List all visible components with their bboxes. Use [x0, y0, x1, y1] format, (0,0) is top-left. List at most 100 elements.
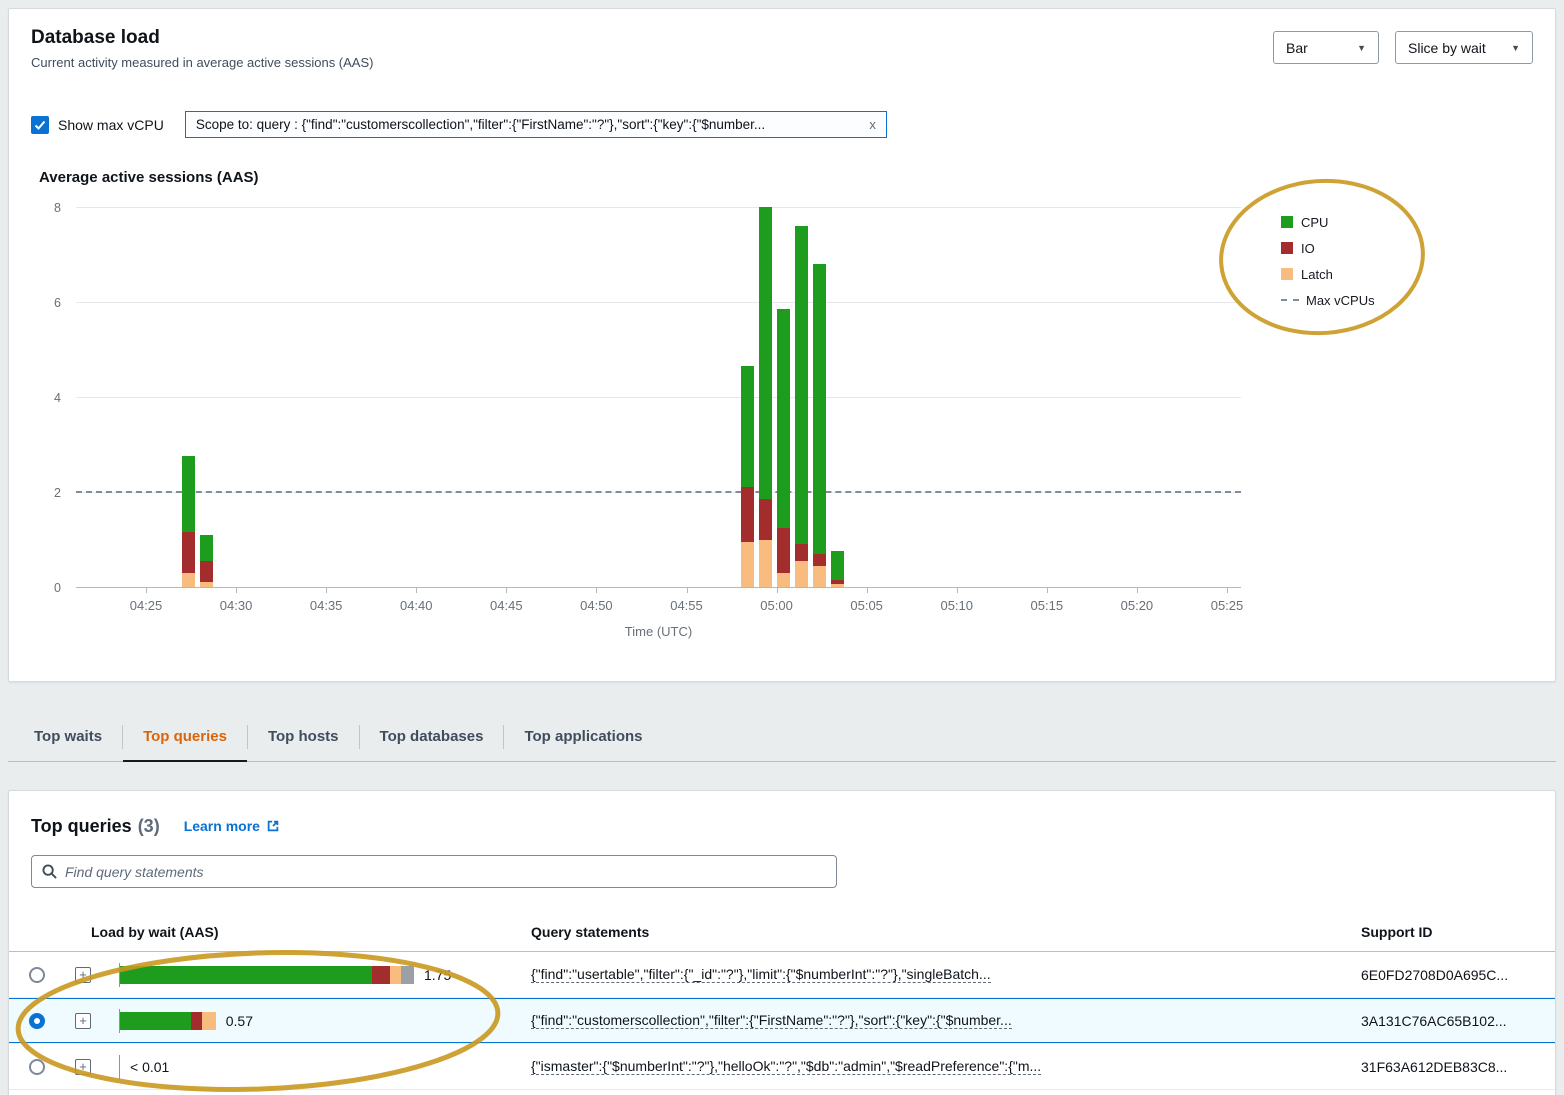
- tabs-bar: Top waitsTop queriesTop hostsTop databas…: [8, 712, 1556, 762]
- tab-top-databases[interactable]: Top databases: [360, 712, 504, 761]
- x-tick-mark: [1047, 588, 1048, 593]
- slice-by-select[interactable]: Slice by wait ▼: [1395, 31, 1533, 64]
- x-tick-label: 04:35: [310, 598, 343, 613]
- table-row[interactable]: +1.75 {"find":"usertable","filter":{"_id"…: [9, 952, 1555, 998]
- query-statement-link[interactable]: {"find":"usertable","filter":{"_id":"?"}…: [531, 966, 991, 983]
- max-vcpus-line: [76, 491, 1241, 493]
- legend-swatch-latch: [1281, 268, 1293, 280]
- query-statement-link[interactable]: {"ismaster":{"$numberInt":"?"},"helloOk"…: [531, 1058, 1041, 1075]
- row-select-cell: [9, 1059, 65, 1075]
- learn-more-link[interactable]: Learn more: [184, 818, 280, 834]
- chart-type-select[interactable]: Bar ▼: [1273, 31, 1379, 64]
- x-tick-mark: [1227, 588, 1228, 593]
- table-row[interactable]: + < 0.01 {"ismaster":{"$numberInt":"?"},"h…: [9, 1044, 1555, 1090]
- tab-top-hosts[interactable]: Top hosts: [248, 712, 359, 761]
- query-statement-cell: {"find":"customerscollection","filter":{…: [521, 1012, 1351, 1030]
- legend-label: IO: [1301, 241, 1315, 256]
- search-input[interactable]: [65, 864, 826, 880]
- chart-bar-05-00[interactable]: [777, 309, 790, 587]
- chart-bar-04-28[interactable]: [200, 535, 213, 587]
- chart-bar-04-27[interactable]: [182, 456, 195, 587]
- x-tick-label: 05:20: [1121, 598, 1154, 613]
- expand-row-button[interactable]: +: [75, 1013, 91, 1029]
- bar-segment-cpu: [813, 264, 826, 554]
- y-tick-label: 8: [54, 201, 61, 215]
- chart-plot: [76, 208, 1241, 588]
- tab-top-waits[interactable]: Top waits: [14, 712, 122, 761]
- expand-row-button[interactable]: +: [75, 967, 91, 983]
- bar-segment-io: [182, 532, 195, 572]
- row-radio-button[interactable]: [29, 1013, 45, 1029]
- row-radio-button[interactable]: [29, 967, 45, 983]
- row-radio-button[interactable]: [29, 1059, 45, 1075]
- support-id: 31F63A612DEB83C8...: [1361, 1059, 1507, 1075]
- gridline-y6: [76, 302, 1241, 303]
- row-select-cell: [9, 1013, 65, 1029]
- load-segment-latch: [202, 1012, 215, 1030]
- x-tick-mark: [596, 588, 597, 593]
- legend-item-io: IO: [1281, 235, 1375, 261]
- load-segment-cpu: [120, 966, 372, 984]
- bar-segment-latch: [741, 542, 754, 587]
- x-tick-label: 04:50: [580, 598, 613, 613]
- top-queries-count: (3): [138, 816, 160, 837]
- x-tick-mark: [867, 588, 868, 593]
- chart-bar-04-58[interactable]: [741, 366, 754, 587]
- y-tick-label: 4: [54, 391, 61, 405]
- chart-bar-04-59[interactable]: [759, 207, 772, 587]
- top-queries-title: Top queries: [31, 816, 132, 837]
- x-tick-label: 05:25: [1211, 598, 1244, 613]
- legend-item-cpu: CPU: [1281, 209, 1375, 235]
- y-tick-label: 6: [54, 296, 61, 310]
- bar-segment-io: [777, 528, 790, 573]
- legend-item-latch: Latch: [1281, 261, 1375, 287]
- x-tick-mark: [777, 588, 778, 593]
- load-value: 1.75: [424, 967, 451, 983]
- bar-segment-cpu: [182, 456, 195, 532]
- performance-insights-page: Database load Current activity measured …: [0, 0, 1564, 1095]
- page-title: Database load: [31, 27, 160, 49]
- support-id-cell: 3A131C76AC65B102...: [1351, 1013, 1555, 1029]
- load-segment-other: [401, 966, 414, 984]
- chart-title: Average active sessions (AAS): [39, 169, 259, 186]
- load-bar-baseline: [119, 1055, 120, 1079]
- slice-by-value: Slice by wait: [1408, 40, 1486, 56]
- y-tick-label: 0: [54, 581, 61, 595]
- table-body: +1.75 {"find":"usertable","filter":{"_id"…: [9, 952, 1555, 1090]
- load-column-header: Load by wait (AAS): [65, 924, 521, 940]
- row-expand-cell: +: [65, 967, 101, 983]
- chart-bar-05-01[interactable]: [795, 226, 808, 587]
- legend-item-max-vcpus: Max vCPUs: [1281, 287, 1375, 313]
- top-queries-table: Load by wait (AAS) Query statements Supp…: [9, 912, 1555, 1090]
- query-statement-cell: {"ismaster":{"$numberInt":"?"},"helloOk"…: [521, 1058, 1351, 1076]
- tab-top-queries[interactable]: Top queries: [123, 712, 247, 761]
- bar-segment-latch: [813, 566, 826, 587]
- legend-swatch-max-vcpus: [1281, 299, 1299, 301]
- expand-row-button[interactable]: +: [75, 1059, 91, 1075]
- chart-bar-05-03[interactable]: [831, 551, 844, 587]
- show-max-vcpu-checkbox[interactable]: [31, 116, 49, 134]
- query-statement-link[interactable]: {"find":"customerscollection","filter":{…: [531, 1012, 1012, 1029]
- x-tick-mark: [506, 588, 507, 593]
- bar-segment-latch: [759, 540, 772, 588]
- support-id-cell: 31F63A612DEB83C8...: [1351, 1059, 1555, 1075]
- bar-segment-io: [813, 554, 826, 566]
- scope-filter-remove-button[interactable]: x: [869, 117, 876, 132]
- x-tick-label: 04:45: [490, 598, 523, 613]
- chart-bar-05-02[interactable]: [813, 264, 826, 587]
- legend-label: CPU: [1301, 215, 1328, 230]
- chevron-down-icon: ▼: [1357, 43, 1366, 53]
- bar-segment-latch: [777, 573, 790, 587]
- tab-top-applications[interactable]: Top applications: [504, 712, 662, 761]
- legend-swatch-cpu: [1281, 216, 1293, 228]
- bar-segment-io: [200, 561, 213, 582]
- x-tick-mark: [416, 588, 417, 593]
- bar-segment-latch: [200, 582, 213, 587]
- row-expand-cell: +: [65, 1059, 101, 1075]
- support-id: 6E0FD2708D0A695C...: [1361, 967, 1508, 983]
- x-tick-label: 04:25: [130, 598, 163, 613]
- x-tick-label: 04:40: [400, 598, 433, 613]
- table-row[interactable]: +0.57{"find":"customerscollection","filt…: [9, 998, 1555, 1044]
- load-by-wait-cell: < 0.01: [101, 1055, 521, 1079]
- chart-filter-row: Show max vCPU Scope to: query : {"find":…: [31, 111, 887, 138]
